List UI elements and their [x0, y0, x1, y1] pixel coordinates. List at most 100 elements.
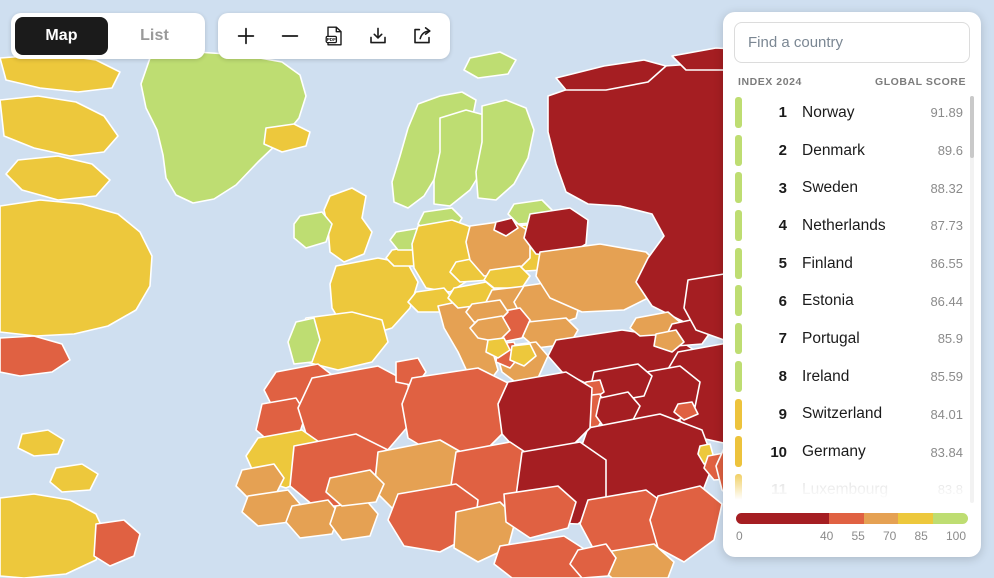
country-color-swatch	[735, 285, 742, 317]
country-score: 84.01	[930, 406, 963, 422]
view-mode-switch: Map List	[11, 13, 205, 59]
country-color-swatch	[735, 134, 742, 166]
country-rank: 5	[778, 255, 787, 273]
tab-map-label: Map	[45, 27, 78, 44]
legend-gradient-bar	[736, 513, 968, 524]
country-name: Portugal	[802, 329, 860, 347]
column-header-score: GLOBAL SCORE	[875, 76, 966, 88]
country-name: Finland	[802, 254, 853, 272]
country-row[interactable]: 4 Netherlands 87.73	[735, 207, 981, 245]
search-input[interactable]	[734, 22, 970, 63]
legend-band-4	[933, 513, 968, 524]
pdf-icon: PDF	[325, 26, 342, 46]
country-name: Denmark	[802, 141, 865, 159]
country-rank: 8	[778, 368, 787, 386]
press-freedom-map-app: Map List PDF Find a country INDEX 2024 G…	[0, 0, 994, 578]
country-score: 85.9	[937, 331, 963, 347]
country-row[interactable]: 3 Sweden 88.32	[735, 169, 981, 207]
country-rank: 4	[778, 217, 787, 235]
country-rank: 9	[778, 405, 787, 423]
search-container	[723, 12, 981, 63]
country-row[interactable]: 6 Estonia 86.44	[735, 282, 981, 320]
tab-list-label: List	[140, 27, 169, 44]
legend-band-0	[736, 513, 829, 524]
column-header-index: INDEX 2024	[738, 76, 802, 88]
legend-tick: 55	[851, 529, 865, 543]
country-name: Sweden	[802, 179, 859, 197]
country-name: Switzerland	[802, 405, 883, 423]
share-icon	[414, 27, 431, 44]
legend-band-2	[863, 513, 899, 524]
country-row[interactable]: 2 Denmark 89.6	[735, 132, 981, 170]
legend-tick-labels: 0 40 55 70 85 100	[736, 529, 968, 545]
country-row[interactable]: 8 Ireland 85.59	[735, 358, 981, 396]
legend-tick: 0	[736, 529, 743, 543]
country-score: 83.84	[930, 444, 963, 460]
country-score: 88.32	[930, 180, 963, 196]
country-color-swatch	[735, 247, 742, 279]
list-scrollbar-thumb[interactable]	[970, 96, 974, 158]
country-name: Estonia	[802, 292, 854, 310]
country-score: 86.55	[930, 256, 963, 272]
country-color-swatch	[735, 436, 742, 468]
minus-icon	[281, 35, 299, 37]
country-color-swatch	[735, 360, 742, 392]
country-color-swatch	[735, 398, 742, 430]
country-list[interactable]: 1 Norway 91.89 2 Denmark 89.6 3 Sweden 88.32 4 Net…	[723, 94, 981, 509]
country-rank: 6	[778, 292, 787, 310]
country-rows: 1 Norway 91.89 2 Denmark 89.6 3 Sweden 88.32 4 Net…	[735, 94, 981, 509]
country-score: 89.6	[937, 143, 963, 159]
list-column-headers: INDEX 2024 GLOBAL SCORE	[723, 63, 981, 94]
plus-icon	[237, 27, 255, 45]
zoom-in-button[interactable]	[224, 17, 268, 55]
country-rank: 11	[771, 481, 787, 499]
share-button[interactable]	[400, 17, 444, 55]
country-row[interactable]: 7 Portugal 85.9	[735, 320, 981, 358]
country-color-swatch	[735, 172, 742, 204]
zoom-out-button[interactable]	[268, 17, 312, 55]
country-name: Luxembourg	[802, 480, 889, 498]
country-row[interactable]: 10 Germany 83.84	[735, 433, 981, 471]
legend-tick: 100	[946, 529, 967, 543]
svg-text:PDF: PDF	[326, 37, 335, 42]
country-row[interactable]: 1 Norway 91.89	[735, 94, 981, 132]
country-score: 87.73	[930, 218, 963, 234]
country-row[interactable]: 11 Luxembourg 83.8	[735, 471, 981, 509]
country-name: Norway	[802, 103, 855, 121]
country-ranking-panel: INDEX 2024 GLOBAL SCORE 1 Norway 91.89 2 Den…	[723, 12, 981, 557]
country-name: Ireland	[802, 367, 850, 385]
country-name: Germany	[802, 443, 866, 461]
legend-tick: 85	[914, 529, 928, 543]
country-rank: 3	[778, 179, 787, 197]
country-color-swatch	[735, 97, 742, 128]
country-rank: 2	[778, 142, 787, 160]
download-button[interactable]	[356, 17, 400, 55]
country-color-swatch	[735, 323, 742, 355]
country-rank: 1	[778, 104, 787, 122]
list-scrollbar[interactable]	[970, 96, 974, 503]
country-score: 83.8	[937, 482, 963, 498]
country-row[interactable]: 5 Finland 86.55	[735, 245, 981, 283]
download-icon	[370, 27, 386, 44]
legend-tick: 40	[820, 529, 834, 543]
color-legend: 0 40 55 70 85 100	[723, 509, 981, 557]
country-name: Netherlands	[802, 216, 886, 234]
country-score: 86.44	[930, 293, 963, 309]
legend-band-3	[898, 513, 934, 524]
country-color-swatch	[735, 473, 742, 505]
legend-band-1	[828, 513, 864, 524]
country-rank: 10	[770, 443, 787, 461]
country-row[interactable]: 9 Switzerland 84.01	[735, 396, 981, 434]
tab-list[interactable]: List	[108, 17, 201, 55]
map-tools: PDF	[218, 13, 450, 59]
country-color-swatch	[735, 210, 742, 242]
map-toolbar: Map List PDF	[11, 13, 450, 59]
country-ireland[interactable]	[293, 211, 333, 249]
legend-tick: 70	[883, 529, 897, 543]
export-pdf-button[interactable]: PDF	[312, 17, 356, 55]
tab-map[interactable]: Map	[15, 17, 108, 55]
country-score: 91.89	[930, 105, 963, 121]
country-ghana[interactable]	[329, 499, 379, 541]
country-rank: 7	[778, 330, 787, 348]
country-slovakia[interactable]	[483, 265, 531, 289]
